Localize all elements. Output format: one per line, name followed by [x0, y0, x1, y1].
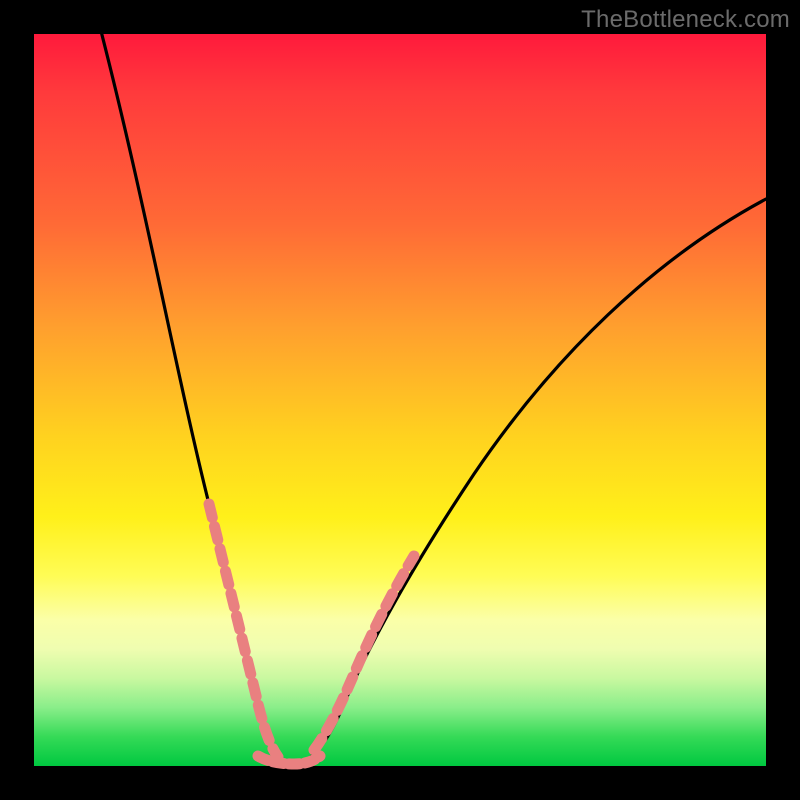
bottleneck-curve: [94, 4, 766, 761]
highlight-valley: [258, 756, 320, 764]
watermark-text: TheBottleneck.com: [581, 6, 790, 34]
chart-frame: TheBottleneck.com: [0, 0, 800, 800]
plot-area: [34, 34, 766, 766]
curve-layer: [34, 34, 766, 766]
highlight-right-branch: [314, 556, 414, 750]
highlight-left-branch: [209, 504, 278, 757]
